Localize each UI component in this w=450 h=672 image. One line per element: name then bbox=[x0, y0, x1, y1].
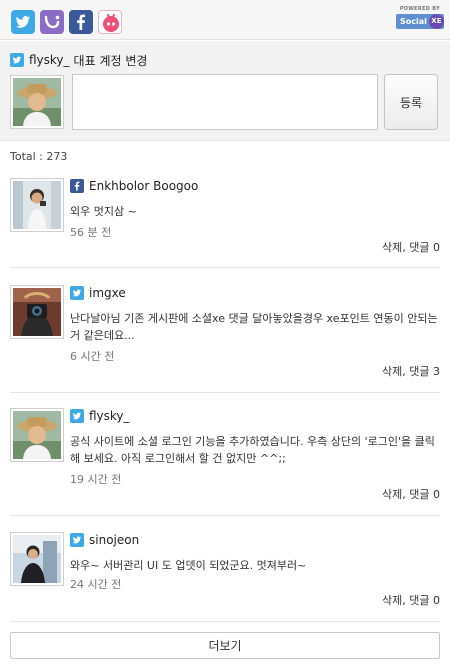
reply-count-link[interactable]: 댓글 0 bbox=[409, 241, 440, 254]
post-content: 외우 멋지삼 ~ bbox=[70, 205, 137, 218]
post-header: imgxe bbox=[70, 285, 126, 301]
post-header: flysky_ bbox=[70, 408, 130, 424]
twitter-icon bbox=[70, 533, 84, 547]
list-item: Enkhbolor Boogoo 외우 멋지삼 ~ 56 분 전 삭제, 댓글 … bbox=[10, 178, 440, 268]
post-author[interactable]: Enkhbolor Boogoo bbox=[89, 179, 198, 193]
post-actions: 삭제, 댓글 0 bbox=[382, 592, 440, 608]
composer-avatar bbox=[10, 75, 64, 129]
facebook-icon[interactable] bbox=[69, 10, 93, 34]
delete-link[interactable]: 삭제 bbox=[382, 365, 402, 378]
reply-count-link[interactable]: 댓글 3 bbox=[409, 365, 440, 378]
avatar[interactable] bbox=[10, 178, 64, 232]
powered-by-socialxe: POWERED BY Social XE bbox=[396, 6, 444, 29]
post-content: 난다날아님 기존 게시판에 소셜xe 댓글 달아놓았을경우 xe포인트 연동이 … bbox=[70, 312, 438, 342]
twitter-icon bbox=[70, 409, 84, 423]
delete-link[interactable]: 삭제 bbox=[382, 594, 402, 607]
facebook-icon bbox=[70, 179, 84, 193]
twitter-icon bbox=[70, 286, 84, 300]
composer: flysky_ 대표 계정 변경 등록 bbox=[0, 41, 450, 141]
post-timestamp: 24 시간 전 bbox=[70, 578, 122, 591]
load-more-button[interactable]: 더보기 bbox=[10, 632, 440, 659]
reply-count-link[interactable]: 댓글 0 bbox=[409, 488, 440, 501]
post-author[interactable]: flysky_ bbox=[89, 409, 130, 423]
reply-count-link[interactable]: 댓글 0 bbox=[409, 594, 440, 607]
post-content: 공식 사이트에 소셜 로그인 기능을 추가하였습니다. 우측 상단의 '로그인'… bbox=[70, 435, 435, 465]
post-timestamp: 19 시간 전 bbox=[70, 473, 122, 486]
post-author[interactable]: sinojeon bbox=[89, 533, 139, 547]
total-count: Total : 273 bbox=[10, 150, 68, 163]
post-actions: 삭제, 댓글 0 bbox=[382, 239, 440, 255]
post-content: 와우~ 서버관리 UI 도 업뎃이 되었군요. 멋져부러~ bbox=[70, 559, 307, 572]
post-timestamp: 56 분 전 bbox=[70, 226, 112, 239]
delete-link[interactable]: 삭제 bbox=[382, 488, 402, 501]
message-input[interactable] bbox=[72, 74, 378, 130]
change-account-link[interactable]: 대표 계정 변경 bbox=[74, 52, 148, 69]
twitter-icon bbox=[10, 53, 24, 67]
service-bar: POWERED BY Social XE bbox=[0, 0, 450, 40]
avatar[interactable] bbox=[10, 408, 64, 462]
twitter-icon[interactable] bbox=[11, 10, 35, 34]
post-header: Enkhbolor Boogoo bbox=[70, 178, 198, 194]
list-item: sinojeon 와우~ 서버관리 UI 도 업뎃이 되었군요. 멋져부러~ 2… bbox=[10, 532, 440, 622]
post-actions: 삭제, 댓글 3 bbox=[382, 363, 440, 379]
submit-button[interactable]: 등록 bbox=[384, 74, 438, 130]
list-item: flysky_ 공식 사이트에 소셜 로그인 기능을 추가하였습니다. 우측 상… bbox=[10, 408, 440, 516]
list-item: imgxe 난다날아님 기존 게시판에 소셜xe 댓글 달아놓았을경우 xe포인… bbox=[10, 285, 440, 393]
delete-link[interactable]: 삭제 bbox=[382, 241, 402, 254]
avatar[interactable] bbox=[10, 285, 64, 339]
yozm-icon[interactable] bbox=[98, 10, 122, 34]
powered-by-label: POWERED BY bbox=[399, 6, 440, 12]
post-author[interactable]: imgxe bbox=[89, 286, 126, 300]
account-name: flysky_ bbox=[29, 53, 70, 67]
me2day-icon[interactable] bbox=[40, 10, 64, 34]
post-header: sinojeon bbox=[70, 532, 139, 548]
post-timestamp: 6 시간 전 bbox=[70, 350, 115, 363]
post-actions: 삭제, 댓글 0 bbox=[382, 486, 440, 502]
avatar[interactable] bbox=[10, 532, 64, 586]
socialxe-logo: Social XE bbox=[396, 14, 444, 29]
account-selector[interactable]: flysky_ 대표 계정 변경 bbox=[10, 52, 147, 68]
